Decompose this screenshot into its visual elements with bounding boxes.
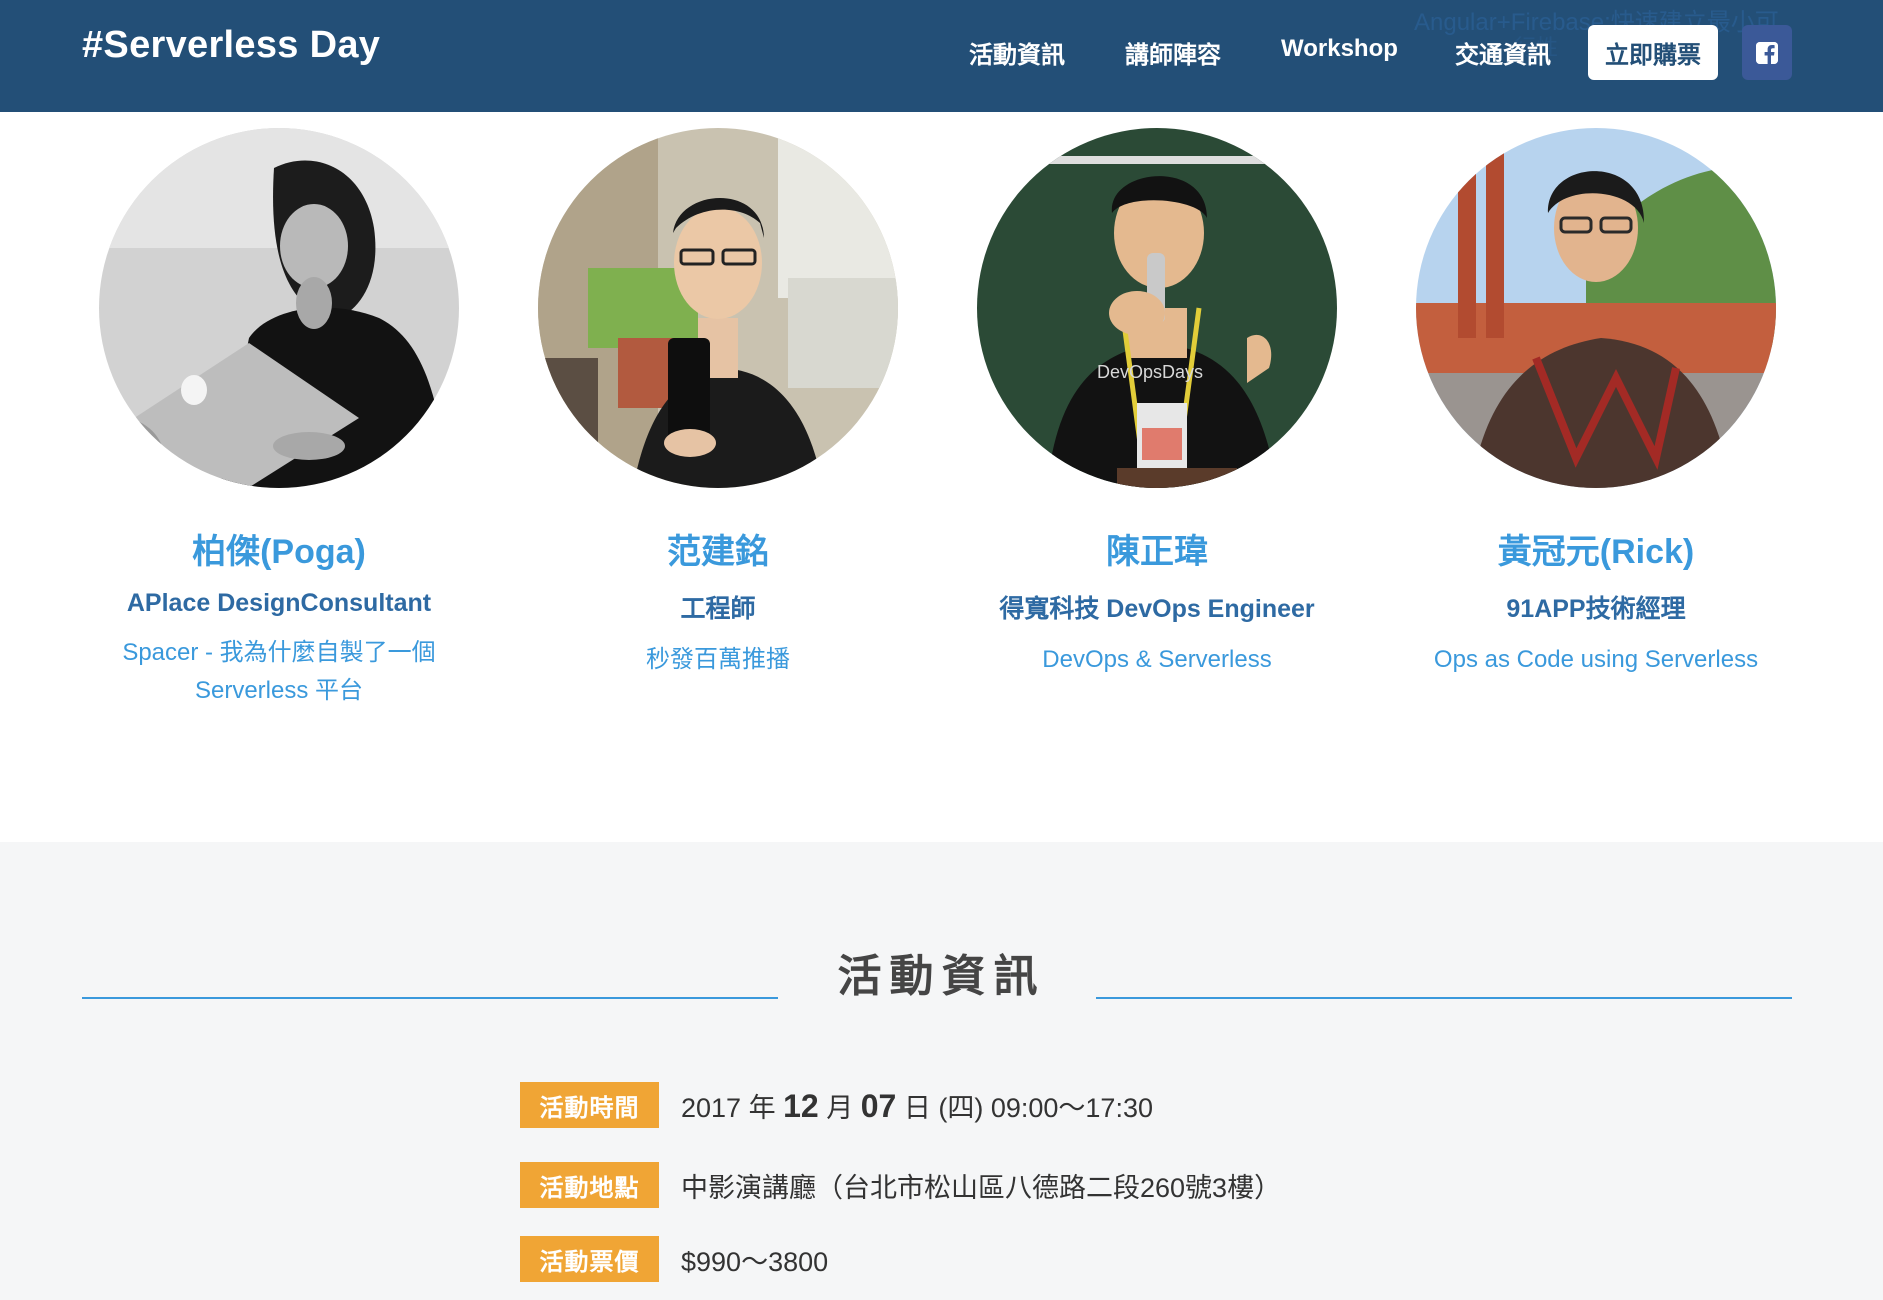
speaker-topic: DevOps & Serverless <box>1042 646 1272 673</box>
speaker-name: 柏傑(Poga) <box>192 533 366 571</box>
speaker-name: 黃冠元(Rick) <box>1497 533 1695 571</box>
title-divider-left <box>82 997 778 999</box>
speaker-card: DevOpsDays 陳正瑋 得寬科技 DevOps Engineer DevO… <box>937 128 1377 679</box>
info-row-price: 活動票價 $990～3800 <box>520 1236 828 1282</box>
speaker-topic: Spacer - 我為什麼自製了一個 Serverless 平台 <box>122 639 436 704</box>
speaker-card: 范建銘 工程師 秒發百萬推播 <box>498 128 938 679</box>
title-divider-right <box>1096 997 1792 999</box>
speaker-photo <box>538 128 898 488</box>
speaker-name: 范建銘 <box>667 533 769 571</box>
speaker-card: 黃冠元(Rick) 91APP技術經理 Ops as Code using Se… <box>1376 128 1816 679</box>
info-label-time: 活動時間 <box>520 1082 659 1128</box>
svg-text:DevOpsDays: DevOpsDays <box>1097 362 1203 382</box>
speaker-title: APlace DesignConsultant <box>126 589 432 617</box>
section-title: 活動資訊 <box>837 952 1046 1001</box>
info-row-time: 活動時間 2017 年 12 月 07 日 (四) 09:00～17:30 <box>520 1082 1153 1128</box>
nav-link-speakers[interactable]: 講師陣容 <box>1125 35 1221 70</box>
nav-link-workshop[interactable]: Workshop <box>1281 35 1398 63</box>
speaker-topic: 秒發百萬推播 <box>646 646 790 673</box>
speaker-topic: Ops as Code using Serverless <box>1433 646 1759 673</box>
nav-link-transport[interactable]: 交通資訊 <box>1455 35 1551 70</box>
info-value-time: 2017 年 12 月 07 日 (四) 09:00～17:30 <box>681 1087 1153 1124</box>
speaker-title: 工程師 <box>680 595 756 623</box>
speaker-name: 陳正瑋 <box>1106 533 1208 571</box>
speaker-photo <box>99 128 459 488</box>
info-value-price: $990～3800 <box>681 1246 829 1277</box>
speaker-photo <box>1416 128 1776 488</box>
site-brand[interactable]: #Serverless Day <box>82 24 380 67</box>
info-row-venue: 活動地點 中影演講廳（台北市松山區八德路二段260號3樓） <box>520 1162 1281 1208</box>
nav-link-event-info[interactable]: 活動資訊 <box>969 35 1065 70</box>
top-navbar: Angular+Firebase:快速建立最小可 行性 #Serverless … <box>0 0 1883 112</box>
speaker-title: 91APP技術經理 <box>1506 595 1686 623</box>
info-label-venue: 活動地點 <box>520 1162 659 1208</box>
info-value-venue: 中影演講廳（台北市松山區八德路二段260號3樓） <box>681 1172 1282 1203</box>
buy-ticket-button[interactable]: 立即購票 <box>1588 25 1718 80</box>
speaker-title: 得寬科技 DevOps Engineer <box>999 595 1315 623</box>
speaker-photo: DevOpsDays <box>977 128 1337 488</box>
info-label-price: 活動票價 <box>520 1236 659 1282</box>
speaker-card: 柏傑(Poga) APlace DesignConsultant Spacer … <box>59 128 499 710</box>
facebook-icon <box>1756 41 1778 64</box>
facebook-button[interactable] <box>1742 25 1792 80</box>
event-info-section: 活動資訊 活動時間 2017 年 12 月 07 日 (四) 09:00～17:… <box>0 842 1883 1300</box>
